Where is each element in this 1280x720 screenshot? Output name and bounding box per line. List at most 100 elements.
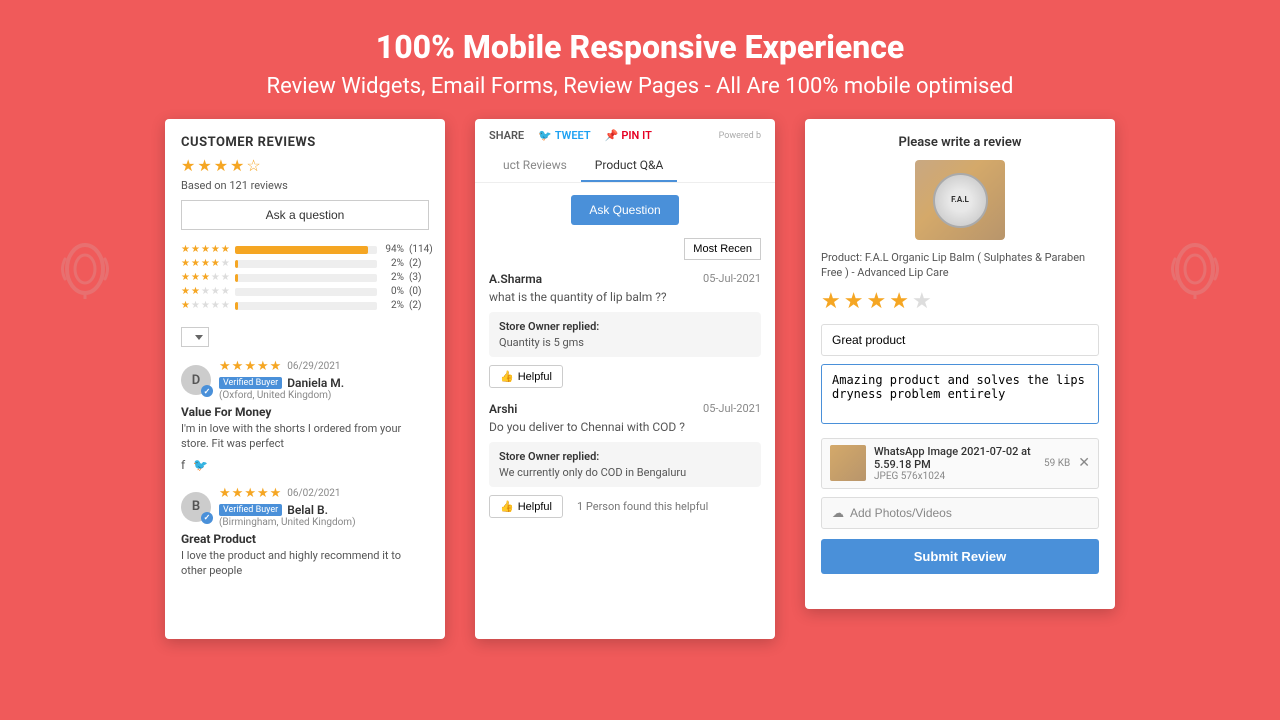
tweet-button[interactable]: 🐦 TWEET <box>538 129 590 142</box>
overall-stars: ★ ★ ★ ★ ☆ <box>181 156 429 175</box>
reviewer-location-2: (Birmingham, United Kingdom) <box>219 517 356 528</box>
product-tin: F.A.L <box>933 173 988 228</box>
rating-bars: ★ ★ ★ ★ ★ 94% (114) ★ ★ ★ ★ ★ <box>181 244 429 311</box>
share-button[interactable]: SHARE <box>489 129 524 142</box>
rating-row-4: ★ ★ ★ ★ ★ 2% (2) <box>181 258 429 269</box>
qa-author-2: Arshi <box>489 402 517 416</box>
file-close-button[interactable]: ✕ <box>1078 455 1090 471</box>
rating-row-2: ★ ★ ★ ★ ★ 0% (0) <box>181 286 429 297</box>
helpful-count-2: 1 Person found this helpful <box>577 500 708 513</box>
tab-qa[interactable]: Product Q&A <box>581 150 677 182</box>
pin-button[interactable]: 📌 PIN IT <box>605 129 652 142</box>
rate-star-4[interactable]: ★ <box>889 289 909 314</box>
tabs-bar: uct Reviews Product Q&A <box>489 150 761 182</box>
qa-body: Ask Question Most Recen A.Sharma 05-Jul-… <box>475 183 775 544</box>
header-title: 100% Mobile Responsive Experience <box>267 28 1014 66</box>
rate-star-5[interactable]: ★ <box>912 289 932 314</box>
tab-product-reviews[interactable]: uct Reviews <box>489 150 581 182</box>
review-title-input[interactable] <box>821 324 1099 356</box>
rate-star-2[interactable]: ★ <box>844 289 864 314</box>
star-1: ★ <box>181 156 195 175</box>
qa-author-1: A.Sharma <box>489 272 542 286</box>
rating-row-3: ★ ★ ★ ★ ★ 2% (3) <box>181 272 429 283</box>
most-recent-button[interactable]: Most Recen <box>684 238 761 260</box>
cards-row: CUSTOMER REVIEWS ★ ★ ★ ★ ☆ Based on 121 … <box>0 119 1280 639</box>
sort-dropdown[interactable] <box>181 327 209 347</box>
review-item-1: D ✓ ★ ★ ★ ★ ★ 06/29/2021 <box>181 359 429 472</box>
write-review-title: Please write a review <box>821 135 1099 150</box>
review-body-input[interactable]: Amazing product and solves the lips dryn… <box>821 364 1099 424</box>
cloud-upload-icon: ☁ <box>832 506 844 520</box>
qa-item-2: Arshi 05-Jul-2021 Do you deliver to Chen… <box>489 402 761 518</box>
rate-star-1[interactable]: ★ <box>821 289 841 314</box>
submit-review-button[interactable]: Submit Review <box>821 539 1099 574</box>
qa-top-bar: SHARE 🐦 TWEET 📌 PIN IT Powered b uct Rev… <box>475 119 775 183</box>
reviewer-name-1: Daniela M. <box>287 376 344 390</box>
helpful-button-2[interactable]: 👍 Helpful <box>489 495 563 518</box>
qa-card: SHARE 🐦 TWEET 📌 PIN IT Powered b uct Rev… <box>475 119 775 639</box>
write-review-card: Please write a review F.A.L Product: F.A… <box>805 119 1115 609</box>
avatar-b: B ✓ <box>181 492 211 522</box>
avatar-d: D ✓ <box>181 365 211 395</box>
add-photos-button[interactable]: ☁ Add Photos/Videos <box>821 497 1099 529</box>
review-item-2: B ✓ ★ ★ ★ ★ ★ 06/02/2021 <box>181 486 429 579</box>
based-on-text: Based on 121 reviews <box>181 179 429 192</box>
twitter-icon[interactable]: 🐦 <box>193 458 208 472</box>
star-2: ★ <box>197 156 211 175</box>
file-info: WhatsApp Image 2021-07-02 at 5.59.18 PM … <box>874 445 1036 482</box>
rating-row-5: ★ ★ ★ ★ ★ 94% (114) <box>181 244 429 255</box>
reviews-section-title: CUSTOMER REVIEWS <box>181 135 429 150</box>
star-rating[interactable]: ★ ★ ★ ★ ★ <box>821 289 1099 314</box>
attached-file: WhatsApp Image 2021-07-02 at 5.59.18 PM … <box>821 438 1099 489</box>
review-date-1: 06/29/2021 <box>287 361 340 372</box>
store-reply-2: Store Owner replied: We currently only d… <box>489 442 761 487</box>
most-recent-filter: Most Recen <box>489 237 761 260</box>
review-text-2: I love the product and highly recommend … <box>181 548 429 579</box>
wave-icon-left <box>60 239 110 299</box>
share-bar: SHARE 🐦 TWEET 📌 PIN IT Powered b <box>489 129 761 142</box>
powered-by-text: Powered b <box>719 131 761 141</box>
ask-question-button[interactable]: Ask a question <box>181 200 429 230</box>
rate-star-3[interactable]: ★ <box>866 289 886 314</box>
social-icons-1: f 🐦 <box>181 458 429 472</box>
store-reply-1: Store Owner replied: Quantity is 5 gms <box>489 312 761 357</box>
product-name: Product: F.A.L Organic Lip Balm ( Sulpha… <box>821 250 1099 281</box>
star-4: ★ <box>230 156 244 175</box>
product-image-container: F.A.L <box>821 160 1099 240</box>
reviewer-location-1: (Oxford, United Kingdom) <box>219 390 344 401</box>
customer-reviews-card: CUSTOMER REVIEWS ★ ★ ★ ★ ☆ Based on 121 … <box>165 119 445 639</box>
file-size: 59 KB <box>1044 458 1070 469</box>
pinterest-icon: 📌 <box>605 129 619 142</box>
wave-icon-right <box>1170 239 1220 299</box>
twitter-bird-icon: 🐦 <box>538 129 552 142</box>
review-title-2: Great Product <box>181 532 429 546</box>
verified-label-2: Verified Buyer <box>219 504 282 516</box>
verified-badge-2: ✓ <box>201 512 213 524</box>
review-text-1: I'm in love with the shorts I ordered fr… <box>181 421 429 452</box>
file-meta: JPEG 576x1024 <box>874 471 1036 482</box>
ask-question-btn[interactable]: Ask Question <box>571 195 678 225</box>
review-title-1: Value For Money <box>181 405 429 419</box>
qa-question-2: Do you deliver to Chennai with COD ? <box>489 420 761 434</box>
facebook-icon[interactable]: f <box>181 458 185 472</box>
product-image: F.A.L <box>915 160 1005 240</box>
file-thumbnail <box>830 445 866 481</box>
reviewer-name-2: Belal B. <box>287 503 328 517</box>
star-5: ☆ <box>246 156 260 175</box>
qa-item-1: A.Sharma 05-Jul-2021 what is the quantit… <box>489 272 761 388</box>
header-subtitle: Review Widgets, Email Forms, Review Page… <box>267 74 1014 99</box>
review-date-2: 06/02/2021 <box>287 488 340 499</box>
file-name: WhatsApp Image 2021-07-02 at 5.59.18 PM <box>874 445 1036 471</box>
thumbs-up-icon-2: 👍 <box>500 500 514 513</box>
star-3: ★ <box>214 156 228 175</box>
qa-date-1: 05-Jul-2021 <box>703 272 761 286</box>
header: 100% Mobile Responsive Experience Review… <box>207 0 1074 119</box>
helpful-button-1[interactable]: 👍 Helpful <box>489 365 563 388</box>
fal-label: F.A.L <box>951 196 969 205</box>
verified-badge: ✓ <box>201 385 213 397</box>
verified-label-1: Verified Buyer <box>219 377 282 389</box>
thumbs-up-icon: 👍 <box>500 370 514 383</box>
rating-row-1: ★ ★ ★ ★ ★ 2% (2) <box>181 300 429 311</box>
qa-question-1: what is the quantity of lip balm ?? <box>489 290 761 304</box>
qa-date-2: 05-Jul-2021 <box>703 402 761 416</box>
